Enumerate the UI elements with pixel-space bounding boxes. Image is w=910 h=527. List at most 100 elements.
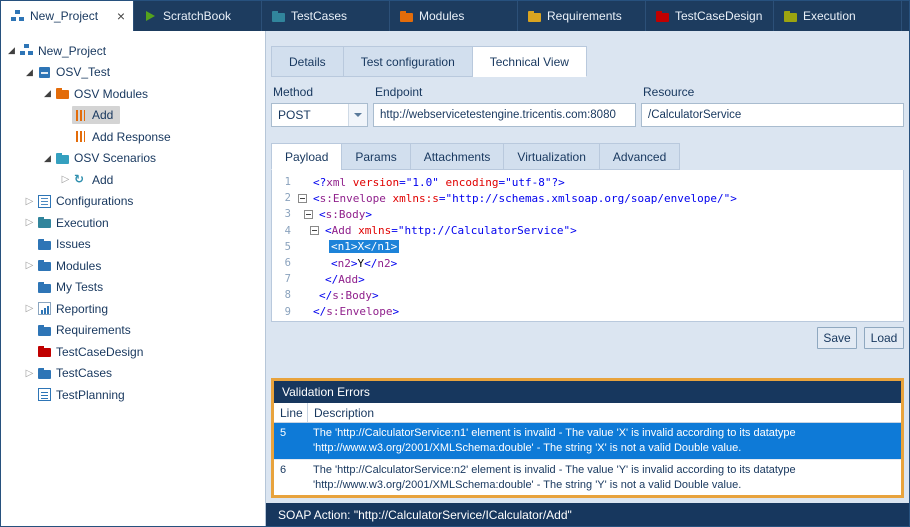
tree-item-content[interactable]: Reporting <box>36 300 115 318</box>
tree-item-label: My Tests <box>56 280 103 294</box>
tree-item-add-response[interactable]: Add Response <box>1 126 265 148</box>
payload-tab-virtualization[interactable]: Virtualization <box>503 143 598 170</box>
window-tab-requirements[interactable]: Requirements <box>518 1 646 31</box>
payload-tab-params[interactable]: Params <box>341 143 409 170</box>
tab-details[interactable]: Details <box>271 46 344 77</box>
code-text: <n1>X</n1> <box>329 240 399 253</box>
endpoint-input[interactable] <box>373 103 636 127</box>
method-select[interactable]: POST <box>271 103 368 127</box>
tab-test-configuration[interactable]: Test configuration <box>344 46 473 77</box>
tree-item-content[interactable]: TestCaseDesign <box>36 343 150 361</box>
collapsed-expander-icon[interactable]: ▷ <box>23 259 36 272</box>
fold-toggle-icon[interactable] <box>310 226 323 235</box>
tree-item-testplanning[interactable]: TestPlanning <box>1 384 265 406</box>
validation-errors-panel: Validation Errors Line Description 5The … <box>271 378 904 498</box>
tree-item-label: TestCases <box>56 366 112 380</box>
editor-line-9[interactable]: 9</s:Envelope> <box>272 304 903 320</box>
editor-line-2[interactable]: 2<s:Envelope xmlns:s="http://schemas.xml… <box>272 190 903 206</box>
collapsed-expander-icon[interactable]: ▷ <box>23 195 36 208</box>
tree-item-new-project[interactable]: ◢New_Project <box>1 40 265 62</box>
tab-technical-view[interactable]: Technical View <box>473 46 587 77</box>
tree-item-execution[interactable]: ▷Execution <box>1 212 265 234</box>
collapsed-expander-icon[interactable]: ▷ <box>23 367 36 380</box>
collapsed-expander-icon[interactable]: ▷ <box>23 302 36 315</box>
tree-item-content[interactable]: OSV Scenarios <box>54 149 163 167</box>
tree-item-content[interactable]: New_Project <box>18 42 113 60</box>
status-bar: SOAP Action: "http://CalculatorService/I… <box>266 503 909 526</box>
expanded-expander-icon[interactable]: ◢ <box>23 66 36 79</box>
project-icon <box>20 44 33 57</box>
tree-item-content[interactable]: Configurations <box>36 192 140 210</box>
editor-line-5[interactable]: 5<n1>X</n1> <box>272 239 903 255</box>
folder-icon <box>38 216 51 229</box>
resource-input[interactable] <box>641 103 904 127</box>
tree-item-osv-scenarios[interactable]: ◢OSV Scenarios <box>1 148 265 170</box>
tree-item-content[interactable]: TestCases <box>36 364 119 382</box>
tree-item-content[interactable]: Add <box>72 106 120 124</box>
window-tab-label: Modules <box>419 9 464 23</box>
tree-item-content[interactable]: Issues <box>36 235 98 253</box>
window-tab-execution[interactable]: Execution <box>774 1 902 31</box>
payload-tab-attachments[interactable]: Attachments <box>410 143 504 170</box>
editor-line-3[interactable]: 3<s:Body> <box>272 206 903 222</box>
chevron-down-icon[interactable] <box>348 104 367 126</box>
tree-item-add[interactable]: Add <box>1 105 265 127</box>
payload-tab-advanced[interactable]: Advanced <box>599 143 680 170</box>
window-tab-testcases[interactable]: TestCases <box>262 1 390 31</box>
editor-line-6[interactable]: 6<n2>Y</n2> <box>272 255 903 271</box>
tree-item-requirements[interactable]: Requirements <box>1 320 265 342</box>
error-line-number: 5 <box>274 423 307 459</box>
editor-line-7[interactable]: 7</Add> <box>272 271 903 287</box>
tree-item-content[interactable]: Execution <box>36 214 116 232</box>
editor-line-8[interactable]: 8</s:Body> <box>272 287 903 303</box>
tree-item-content[interactable]: OSV Modules <box>54 85 155 103</box>
tree-item-content[interactable]: TestPlanning <box>36 386 132 404</box>
save-button[interactable]: Save <box>817 327 857 349</box>
code-text: <?xml version="1.0" encoding="utf-8"?> <box>311 176 567 189</box>
error-description: The 'http://CalculatorService:n1' elemen… <box>307 423 901 459</box>
window-tab-new-project[interactable]: New_Project× <box>1 1 134 31</box>
tree-item-content[interactable]: My Tests <box>36 278 110 296</box>
tree-item-content[interactable]: Requirements <box>36 321 138 339</box>
tree-item-issues[interactable]: Issues <box>1 234 265 256</box>
fold-toggle-icon[interactable] <box>298 194 311 203</box>
tree-item-label: TestCaseDesign <box>56 345 143 359</box>
expanded-expander-icon[interactable]: ◢ <box>5 44 18 57</box>
fold-toggle-icon[interactable] <box>304 210 317 219</box>
expanded-expander-icon[interactable]: ◢ <box>41 152 54 165</box>
tree-item-content[interactable]: Add Response <box>72 128 178 146</box>
tree-item-osv-test[interactable]: ◢OSV_Test <box>1 62 265 84</box>
close-tab-icon[interactable]: × <box>117 10 125 22</box>
validation-error-row-6[interactable]: 6The 'http://CalculatorService:n2' eleme… <box>274 459 901 496</box>
tree-item-configurations[interactable]: ▷ Configurations <box>1 191 265 213</box>
validation-error-row-5[interactable]: 5The 'http://CalculatorService:n1' eleme… <box>274 423 901 459</box>
tree-item-add[interactable]: ▷ Add <box>1 169 265 191</box>
expanded-expander-icon[interactable]: ◢ <box>41 87 54 100</box>
tree-item-osv-modules[interactable]: ◢OSV Modules <box>1 83 265 105</box>
tree-item-content[interactable]: Modules <box>36 257 108 275</box>
tree-item-label: Configurations <box>56 194 133 208</box>
tree-item-modules[interactable]: ▷Modules <box>1 255 265 277</box>
load-button[interactable]: Load <box>864 327 904 349</box>
window-tab-scratchbook[interactable]: ScratchBook <box>134 1 262 31</box>
payload-editor[interactable]: 1<?xml version="1.0" encoding="utf-8"?>2… <box>271 170 904 322</box>
tree-item-reporting[interactable]: ▷Reporting <box>1 298 265 320</box>
collapsed-expander-icon[interactable]: ▷ <box>59 173 72 186</box>
tree-item-label: Add <box>92 173 113 187</box>
payload-tab-payload[interactable]: Payload <box>271 143 341 170</box>
tree-item-testcases[interactable]: ▷ TestCases <box>1 363 265 385</box>
collapsed-expander-icon[interactable]: ▷ <box>23 216 36 229</box>
tree-item-testcasedesign[interactable]: TestCaseDesign <box>1 341 265 363</box>
editor-line-4[interactable]: 4<Add xmlns="http://CalculatorService"> <box>272 223 903 239</box>
folder-icon <box>656 10 669 23</box>
tree-item-label: Issues <box>56 237 91 251</box>
tree-item-my-tests[interactable]: My Tests <box>1 277 265 299</box>
window-tab-testcasedesign[interactable]: TestCaseDesign <box>646 1 774 31</box>
tree-item-label: Add Response <box>92 130 171 144</box>
tree-item-content[interactable]: OSV_Test <box>36 63 117 81</box>
editor-line-1[interactable]: 1<?xml version="1.0" encoding="utf-8"?> <box>272 174 903 190</box>
line-number: 4 <box>272 225 298 237</box>
project-icon <box>11 10 24 23</box>
tree-item-content[interactable]: Add <box>72 171 120 189</box>
window-tab-modules[interactable]: Modules <box>390 1 518 31</box>
